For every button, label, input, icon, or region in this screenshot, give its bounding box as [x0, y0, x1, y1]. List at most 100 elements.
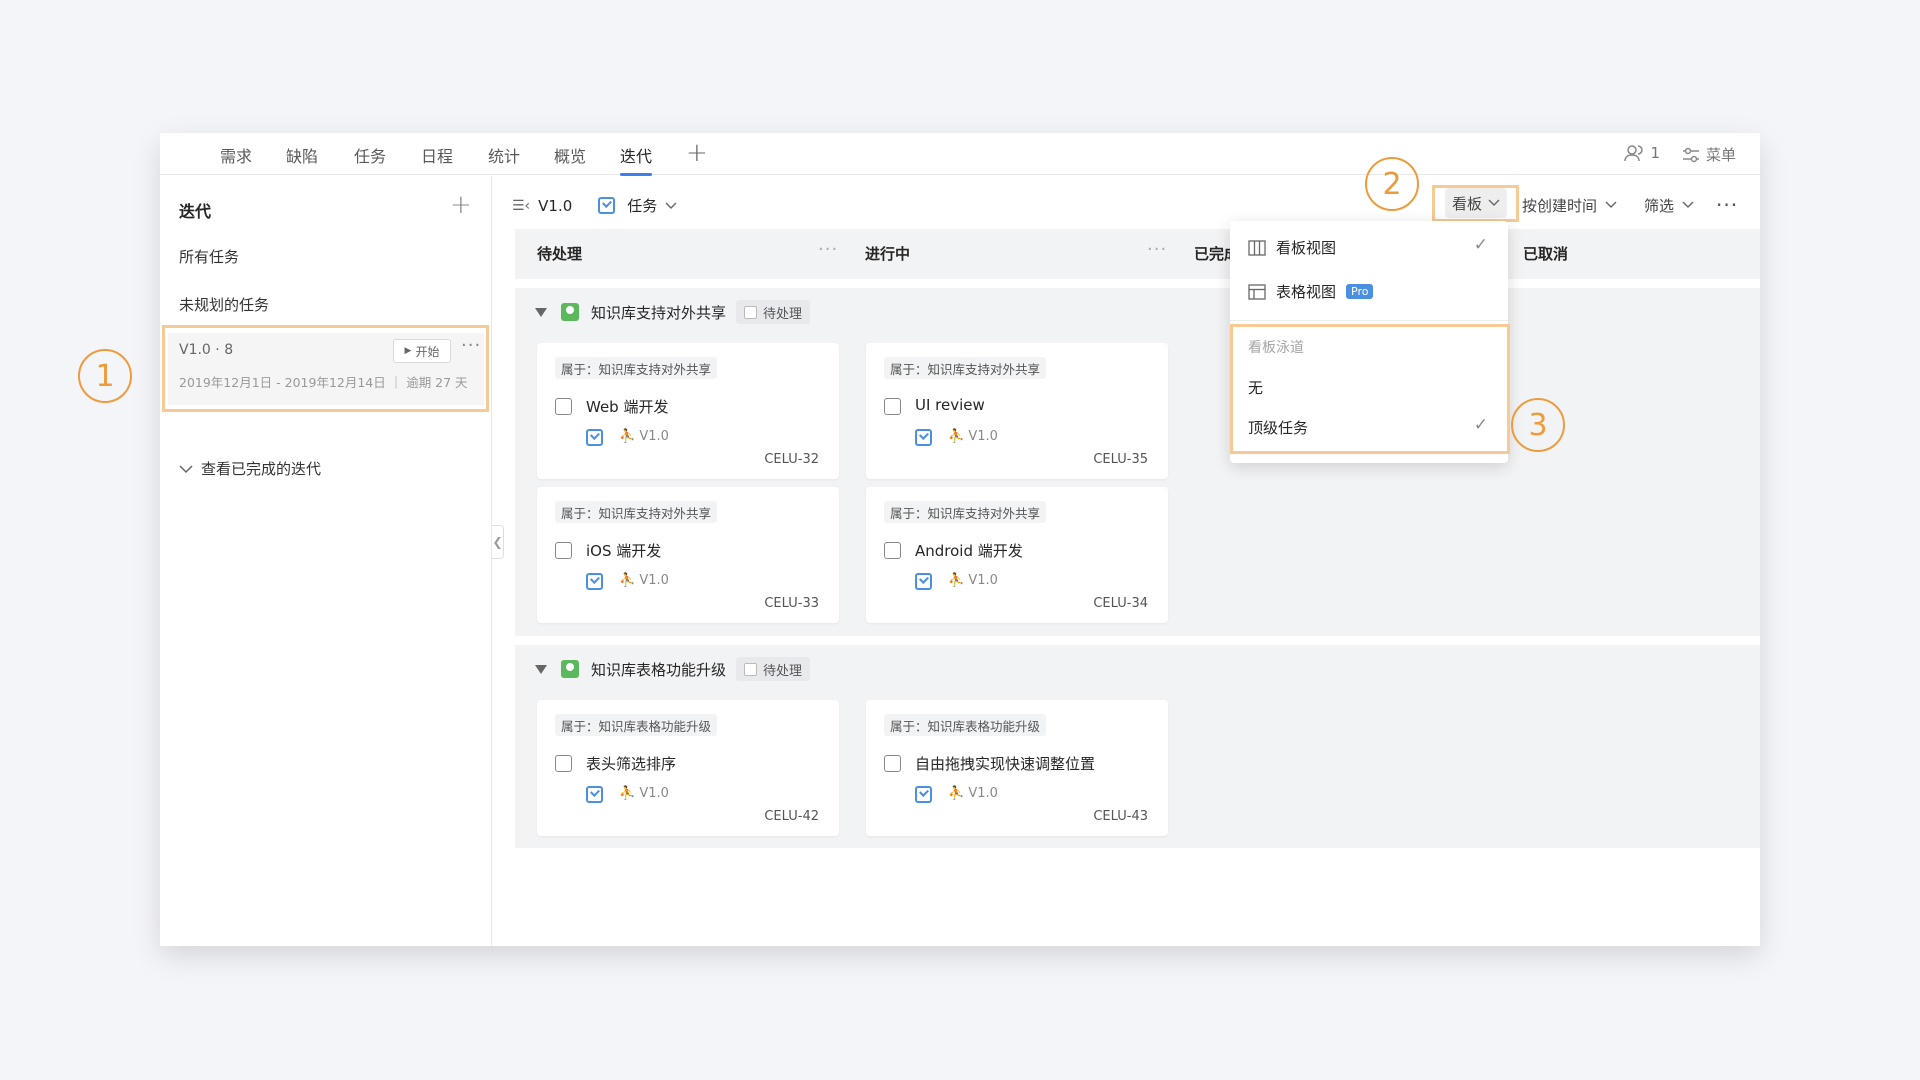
task-type-select[interactable]: 任务 [627, 195, 657, 216]
status-checkbox-icon [744, 305, 758, 319]
task-card[interactable]: 属于：知识库表格功能升级 表头筛选排序 ⛹ V1.0 CELU-42 [537, 700, 839, 836]
swimlane-header[interactable]: 知识库表格功能升级 待处理 [535, 657, 811, 681]
sidebar-item-all-tasks[interactable]: 所有任务 [179, 246, 239, 267]
task-type-icon [586, 429, 603, 446]
task-title: 表头筛选排序 [586, 755, 677, 773]
current-iteration[interactable]: V1.0 [538, 197, 572, 215]
parent-tag: 属于：知识库支持对外共享 [884, 357, 1047, 379]
tab-tasks[interactable]: 任务 [354, 143, 386, 175]
task-type-icon [598, 197, 616, 214]
task-card[interactable]: 属于：知识库支持对外共享 Android 端开发 ⛹ V1.0 CELU-34 [866, 487, 1168, 623]
swimlane: 知识库支持对外共享 待处理 属于：知识库支持对外共享 Web 端开发 ⛹ V1.… [515, 288, 1760, 636]
parent-tag: 属于：知识库支持对外共享 [884, 501, 1047, 523]
task-id: CELU-33 [764, 596, 819, 611]
top-nav: 需求 缺陷 任务 日程 统计 概览 迭代 + 1 菜单 [160, 133, 1760, 176]
tab-statistics[interactable]: 统计 [488, 143, 520, 175]
highlight-box-1 [162, 325, 489, 412]
members-button[interactable]: 1 [1624, 144, 1660, 162]
members-icon [1624, 145, 1644, 162]
task-type-icon [915, 429, 932, 446]
app-window: 需求 缺陷 任务 日程 统计 概览 迭代 + 1 菜单 迭代 + 所有任务 未规… [160, 133, 1760, 946]
task-id: CELU-42 [764, 809, 819, 824]
task-card[interactable]: 属于：知识库支持对外共享 UI review ⛹ V1.0 CELU-35 [866, 343, 1168, 479]
column-more-icon[interactable]: ··· [818, 239, 838, 260]
task-title: Web 端开发 [586, 398, 669, 416]
task-card[interactable]: 属于：知识库支持对外共享 iOS 端开发 ⛹ V1.0 CELU-33 [537, 487, 839, 623]
parent-tag: 属于：知识库表格功能升级 [555, 714, 718, 736]
swimlane-header[interactable]: 知识库支持对外共享 待处理 [535, 300, 811, 324]
pro-badge: Pro [1346, 284, 1374, 299]
collapse-list-icon[interactable]: ☰‹ [512, 198, 530, 214]
column-more-icon[interactable]: ··· [1147, 239, 1167, 260]
sort-button[interactable]: 按创建时间 [1522, 190, 1617, 220]
menu-label: 菜单 [1705, 146, 1736, 164]
collapse-triangle-icon[interactable] [535, 664, 547, 674]
task-checkbox[interactable] [884, 398, 901, 415]
collapse-triangle-icon[interactable] [535, 307, 547, 317]
add-tab-icon[interactable]: + [686, 138, 708, 168]
column-title-cancelled: 已取消 [1523, 245, 1569, 263]
tab-overview[interactable]: 概览 [554, 143, 586, 175]
menu-item-table-view[interactable]: 表格视图 Pro [1248, 281, 1374, 302]
column-title-in-progress: 进行中 [865, 245, 911, 263]
task-checkbox[interactable] [555, 755, 572, 772]
iteration-toolbar: ☰‹ V1.0 任务 [512, 195, 677, 216]
parent-tag: 属于：知识库支持对外共享 [555, 357, 718, 379]
chevron-down-icon [179, 464, 193, 473]
tab-requirements[interactable]: 需求 [220, 143, 252, 175]
tab-iterations[interactable]: 迭代 [620, 143, 653, 176]
check-icon: ✓ [1473, 235, 1488, 255]
task-checkbox[interactable] [555, 398, 572, 415]
task-type-icon [915, 573, 932, 590]
add-iteration-icon[interactable]: + [450, 190, 472, 220]
tab-schedule[interactable]: 日程 [421, 143, 453, 175]
settings-sliders-icon [1682, 147, 1699, 162]
highlight-box-2 [1432, 185, 1519, 222]
swimlane-title: 知识库支持对外共享 [591, 303, 727, 322]
chevron-down-icon [1682, 201, 1694, 208]
iteration-sidebar: 迭代 + 所有任务 未规划的任务 V1.0 · 8 ▶ 开始 ··· 2019年… [160, 176, 492, 946]
menu-item-kanban-view[interactable]: 看板视图 [1248, 237, 1336, 258]
completed-iterations-link[interactable]: 查看已完成的迭代 [179, 458, 321, 479]
table-view-icon [1248, 283, 1266, 300]
task-title: Android 端开发 [915, 542, 1023, 560]
swimlane-title: 知识库表格功能升级 [591, 660, 727, 679]
status-badge[interactable]: 待处理 [736, 657, 811, 681]
collapse-sidebar-handle[interactable]: ❮ [492, 525, 504, 559]
kanban-view-icon [1248, 239, 1266, 256]
task-id: CELU-43 [1093, 809, 1148, 824]
tab-defects[interactable]: 缺陷 [286, 143, 318, 175]
task-title: 自由拖拽实现快速调整位置 [915, 755, 1096, 773]
filter-button[interactable]: 筛选 [1644, 190, 1694, 220]
task-checkbox[interactable] [555, 542, 572, 559]
highlight-box-3 [1230, 324, 1510, 454]
task-type-icon [586, 786, 603, 803]
menu-divider [1230, 320, 1508, 321]
parent-tag: 属于：知识库表格功能升级 [884, 714, 1047, 736]
sidebar-title: 迭代 [179, 202, 212, 221]
chevron-left-icon: ❮ [492, 535, 503, 549]
task-title: iOS 端开发 [586, 542, 662, 560]
status-badge[interactable]: 待处理 [736, 300, 811, 324]
version-label: ⛹ V1.0 [948, 429, 998, 444]
menu-button[interactable]: 菜单 [1682, 144, 1736, 165]
version-label: ⛹ V1.0 [619, 429, 669, 444]
task-id: CELU-35 [1093, 452, 1148, 467]
requirement-icon [561, 660, 579, 678]
task-id: CELU-32 [764, 452, 819, 467]
version-label: ⛹ V1.0 [619, 786, 669, 801]
requirement-icon [561, 303, 579, 321]
members-count: 1 [1650, 144, 1660, 162]
task-card[interactable]: 属于：知识库支持对外共享 Web 端开发 ⛹ V1.0 CELU-32 [537, 343, 839, 479]
task-card[interactable]: 属于：知识库表格功能升级 自由拖拽实现快速调整位置 ⛹ V1.0 CELU-43 [866, 700, 1168, 836]
annotation-marker-1: 1 [78, 349, 132, 403]
chevron-down-icon [1605, 201, 1617, 208]
more-options-icon[interactable]: ··· [1716, 190, 1738, 220]
column-title-todo: 待处理 [537, 245, 583, 263]
task-checkbox[interactable] [884, 755, 901, 772]
task-id: CELU-34 [1093, 596, 1148, 611]
sidebar-item-unplanned[interactable]: 未规划的任务 [179, 294, 269, 315]
version-label: ⛹ V1.0 [948, 573, 998, 588]
task-checkbox[interactable] [884, 542, 901, 559]
chevron-down-icon [665, 202, 677, 209]
